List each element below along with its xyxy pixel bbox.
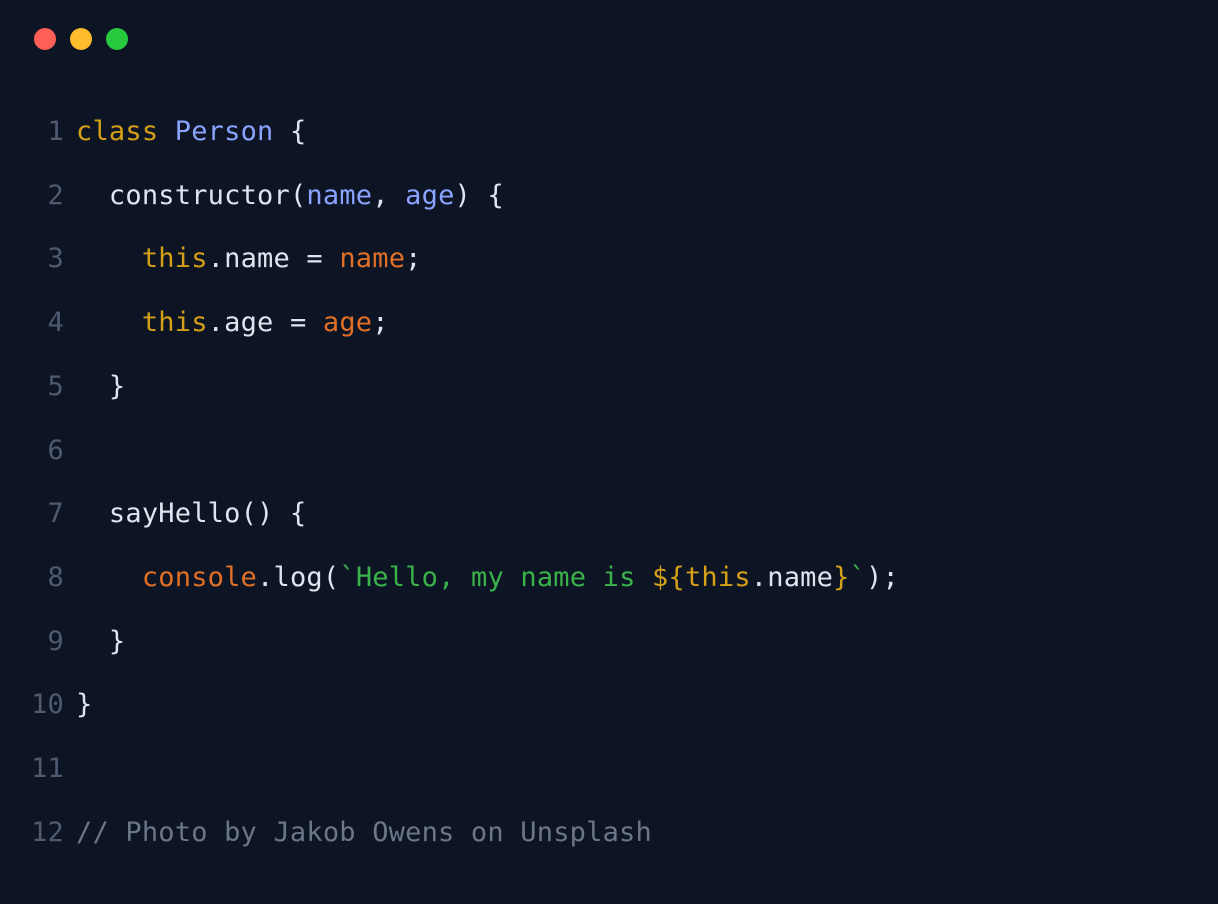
line-number: 5 [30,355,76,419]
code-line: 10 } [30,673,1188,737]
code-line: 7 sayHello() { [30,482,1188,546]
code-content: this.age = age; [76,291,389,355]
line-number: 6 [30,419,76,483]
code-line: 11 [30,737,1188,801]
code-line: 3 this.name = name; [30,227,1188,291]
code-line: 2 constructor(name, age) { [30,164,1188,228]
code-line: 8 console.log(`Hello, my name is ${this.… [30,546,1188,610]
line-number: 2 [30,164,76,228]
line-number: 3 [30,227,76,291]
line-number: 11 [30,737,76,801]
code-line: 5 } [30,355,1188,419]
code-content: class Person { [76,100,306,164]
code-content: } [76,610,125,674]
code-window: 1 class Person { 2 constructor(name, age… [0,0,1218,904]
line-number: 9 [30,610,76,674]
code-editor[interactable]: 1 class Person { 2 constructor(name, age… [30,100,1188,865]
zoom-icon[interactable] [106,28,128,50]
code-content: console.log(`Hello, my name is ${this.na… [76,546,899,610]
close-icon[interactable] [34,28,56,50]
line-number: 1 [30,100,76,164]
code-content: constructor(name, age) { [76,164,504,228]
line-number: 12 [30,801,76,865]
code-content: // Photo by Jakob Owens on Unsplash [76,801,652,865]
code-content: } [76,673,92,737]
code-line: 4 this.age = age; [30,291,1188,355]
code-content: this.name = name; [76,227,422,291]
line-number: 4 [30,291,76,355]
code-line: 6 [30,419,1188,483]
minimize-icon[interactable] [70,28,92,50]
line-number: 10 [30,673,76,737]
code-line: 9 } [30,610,1188,674]
code-line: 12 // Photo by Jakob Owens on Unsplash [30,801,1188,865]
window-controls [34,28,1188,50]
code-content: sayHello() { [76,482,306,546]
line-number: 7 [30,482,76,546]
line-number: 8 [30,546,76,610]
code-line: 1 class Person { [30,100,1188,164]
code-content: } [76,355,125,419]
